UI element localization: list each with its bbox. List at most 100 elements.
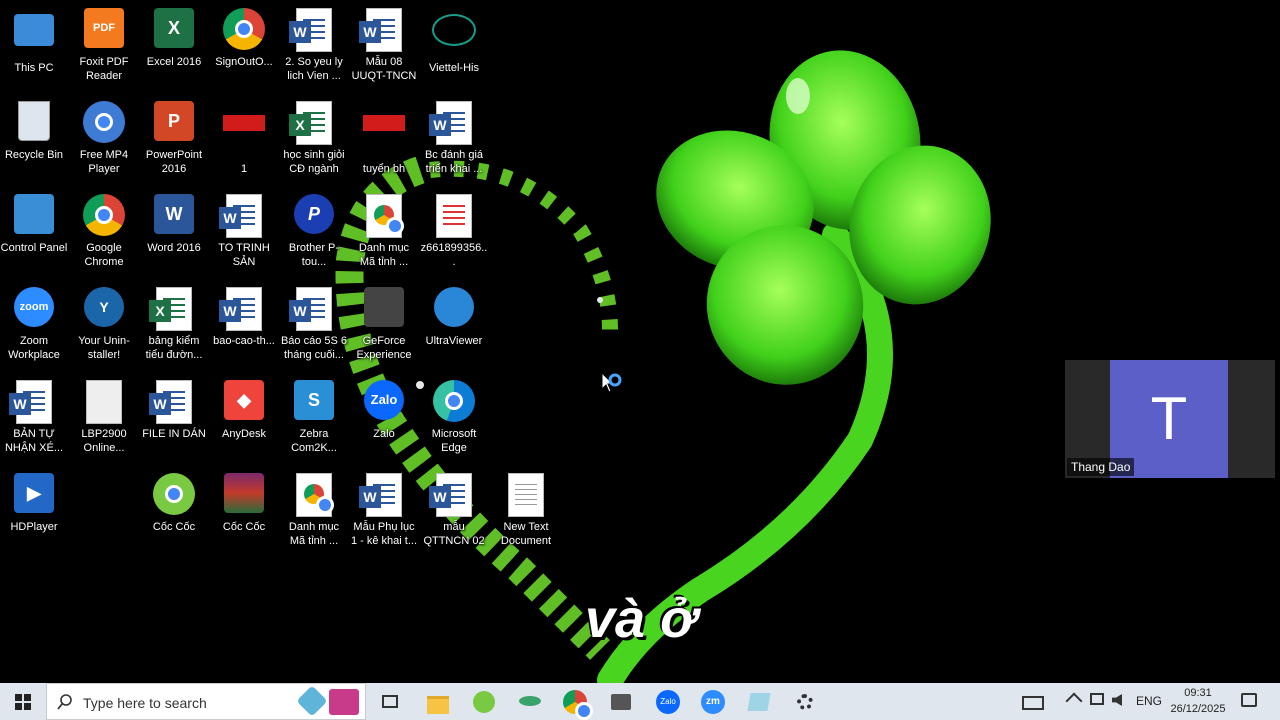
show-hidden-icons-chevron-icon[interactable]: [1065, 692, 1083, 710]
desktop-icon[interactable]: Xbảng kiểm tiểu đườn...: [140, 287, 208, 362]
desktop-icon[interactable]: P Brother P-tou...: [280, 194, 348, 269]
desktop-icon[interactable]: PDF Foxit PDF Reader: [70, 8, 138, 83]
chrome-taskbar-icon[interactable]: [561, 688, 593, 720]
participant-name: Thang Dao: [1067, 458, 1135, 476]
uninstaller-icon: Y: [82, 287, 126, 331]
network-icon[interactable]: [1090, 693, 1104, 705]
desktop-icon-label: Báo cáo 5S 6 tháng cuối...: [280, 335, 348, 361]
zoom-taskbar-icon[interactable]: zm: [699, 688, 727, 716]
desktop-icon[interactable]: Danh mục Mã tỉnh ...: [350, 194, 418, 269]
desktop-icon[interactable]: Microsoft Edge: [420, 380, 488, 455]
desktop-icon[interactable]: Free MP4 Player: [70, 101, 138, 176]
excel-doc-icon: X: [149, 287, 196, 331]
desktop-icon[interactable]: Wmẫu QTTNCN 02: [420, 473, 488, 548]
taskbar-search-box[interactable]: Type here to search: [46, 683, 366, 720]
desktop-icon-label: mẫu QTTNCN 02: [423, 521, 485, 547]
task-view-icon[interactable]: [376, 688, 404, 716]
desktop-icon[interactable]: LBP2900 Online...: [70, 380, 138, 455]
word-doc-icon: W: [289, 287, 336, 331]
desktop-icon-label: Free MP4 Player: [79, 149, 129, 175]
desktop-icon[interactable]: W FILE IN DÁN: [140, 380, 208, 441]
desktop-icon[interactable]: z661899356...: [420, 194, 488, 269]
desktop-icon[interactable]: W 2. So yeu ly lich Vien ...: [280, 8, 348, 83]
file-explorer-icon[interactable]: [424, 688, 452, 716]
desktop-icon[interactable]: Control Panel: [0, 194, 68, 255]
desktop-icon[interactable]: S Zebra Com2K...: [280, 380, 348, 455]
word-icon: W: [152, 194, 196, 238]
taskbar-app-icon[interactable]: [516, 688, 544, 716]
desktop-icon-label: HDPlayer: [10, 521, 58, 533]
desktop-icon-label: Cốc Cốc: [222, 521, 266, 533]
control-panel-icon: [12, 194, 56, 238]
desktop-icon[interactable]: W Mẫu 08 UUQT-TNCN: [350, 8, 418, 83]
coccoc-icon: [152, 473, 196, 517]
desktop-icon[interactable]: X Excel 2016: [140, 8, 208, 69]
ultraviewer-icon: [432, 287, 476, 331]
desktop-icon-label: Your Unin-staller!: [78, 335, 130, 361]
desktop-icon[interactable]: GeForce Experience: [350, 287, 418, 362]
brother-icon: P: [292, 194, 336, 238]
desktop-icon-label: Mẫu Phụ lục 1 - kê khai t...: [350, 521, 418, 547]
desktop-icon[interactable]: zoom Zoom Workplace: [0, 287, 68, 362]
desktop-icon-label: LBP2900 Online...: [81, 428, 127, 454]
desktop-icon-label: FILE IN DÁN: [142, 428, 206, 440]
word-doc-icon: W: [149, 380, 196, 424]
desktop-icon-label: This PC: [14, 62, 54, 74]
video-subtitle: và ở: [585, 589, 697, 649]
settings-taskbar-icon[interactable]: [791, 688, 819, 716]
image-file-icon: [362, 115, 406, 159]
coccoc-taskbar-icon[interactable]: [470, 688, 498, 716]
desktop-icon[interactable]: Wbao-cao-th...: [210, 287, 278, 348]
desktop-icon[interactable]: W BẢN TỰ NHẬN XÉ...: [0, 380, 68, 455]
desktop-icon[interactable]: W Word 2016: [140, 194, 208, 255]
desktop-icon[interactable]: Viettel-His: [420, 8, 488, 75]
app-taskbar-icon[interactable]: [745, 688, 773, 716]
printer-taskbar-icon[interactable]: [607, 688, 635, 716]
desktop-icon-label: bảng kiểm tiểu đườn...: [145, 335, 203, 361]
desktop-icon[interactable]: Google Chrome: [70, 194, 138, 269]
desktop-icon[interactable]: Zalo Zalo: [350, 380, 418, 441]
desktop-icon[interactable]: ▶ HDPlayer: [0, 473, 68, 534]
desktop-icon[interactable]: Cốc Cốc: [210, 473, 278, 534]
desktop-icon[interactable]: Recycle Bin: [0, 101, 68, 162]
desktop-icon[interactable]: W TO TRINH SẢN: [210, 194, 278, 269]
desktop-icon[interactable]: Xhọc sinh giỏi CĐ ngành: [280, 101, 348, 176]
notification-center-icon[interactable]: [1241, 693, 1257, 707]
teams-participant-tile[interactable]: T Thang Dao: [1065, 360, 1275, 478]
desktop-icon-label: Excel 2016: [146, 56, 202, 68]
excel-doc-icon: X: [289, 101, 336, 145]
desktop-icon[interactable]: W Mẫu Phụ lục 1 - kê khai t...: [350, 473, 418, 548]
start-button[interactable]: [0, 683, 46, 720]
desktop-icon[interactable]: Y Your Unin-staller!: [70, 287, 138, 362]
taskbar: Type here to search Zalo zm ENG 09:31 26…: [0, 683, 1280, 720]
desktop-icon[interactable]: P PowerPoint 2016: [140, 101, 208, 176]
powerpoint-icon: P: [152, 101, 196, 145]
excel-icon: X: [152, 8, 196, 52]
desktop-icon[interactable]: New Text Document: [492, 473, 560, 548]
keyboard-tray-icon[interactable]: [1020, 688, 1048, 716]
desktop-icon[interactable]: ◆ AnyDesk: [210, 380, 278, 441]
language-indicator[interactable]: ENG: [1136, 694, 1162, 708]
desktop-icon-label: Zoom Workplace: [8, 335, 60, 361]
volume-icon[interactable]: [1112, 694, 1122, 706]
desktop-icon[interactable]: Cốc Cốc: [140, 473, 208, 534]
desktop-icon-label: Control Panel: [0, 242, 68, 254]
chrome-doc-icon: [292, 473, 336, 517]
desktop-icon[interactable]: SignOutO...: [210, 8, 278, 69]
desktop-icon-label: Mẫu 08 UUQT-TNCN: [351, 56, 417, 82]
desktop-icon[interactable]: Danh mục Mã tỉnh ...: [280, 473, 348, 548]
word-doc-icon: W: [359, 8, 406, 52]
word-doc-icon: W: [429, 101, 476, 145]
desktop-icon[interactable]: W Bc đánh giá triển khai ...: [420, 101, 488, 176]
clock[interactable]: 09:31 26/12/2025: [1162, 685, 1234, 717]
desktop-icon[interactable]: UltraViewer: [420, 287, 488, 348]
zalo-taskbar-icon[interactable]: Zalo: [654, 688, 682, 716]
desktop-icon-label: Zalo: [373, 428, 395, 440]
search-icon: [57, 694, 72, 710]
desktop-icon[interactable]: tuyển bh: [350, 101, 418, 176]
desktop-icon[interactable]: This PC: [0, 8, 68, 75]
desktop-icon[interactable]: 1: [210, 101, 278, 176]
desktop-icon[interactable]: W Báo cáo 5S 6 tháng cuối...: [280, 287, 348, 362]
desktop-icon-label: Viettel-His: [429, 62, 479, 74]
word-doc-icon: W: [219, 287, 266, 331]
